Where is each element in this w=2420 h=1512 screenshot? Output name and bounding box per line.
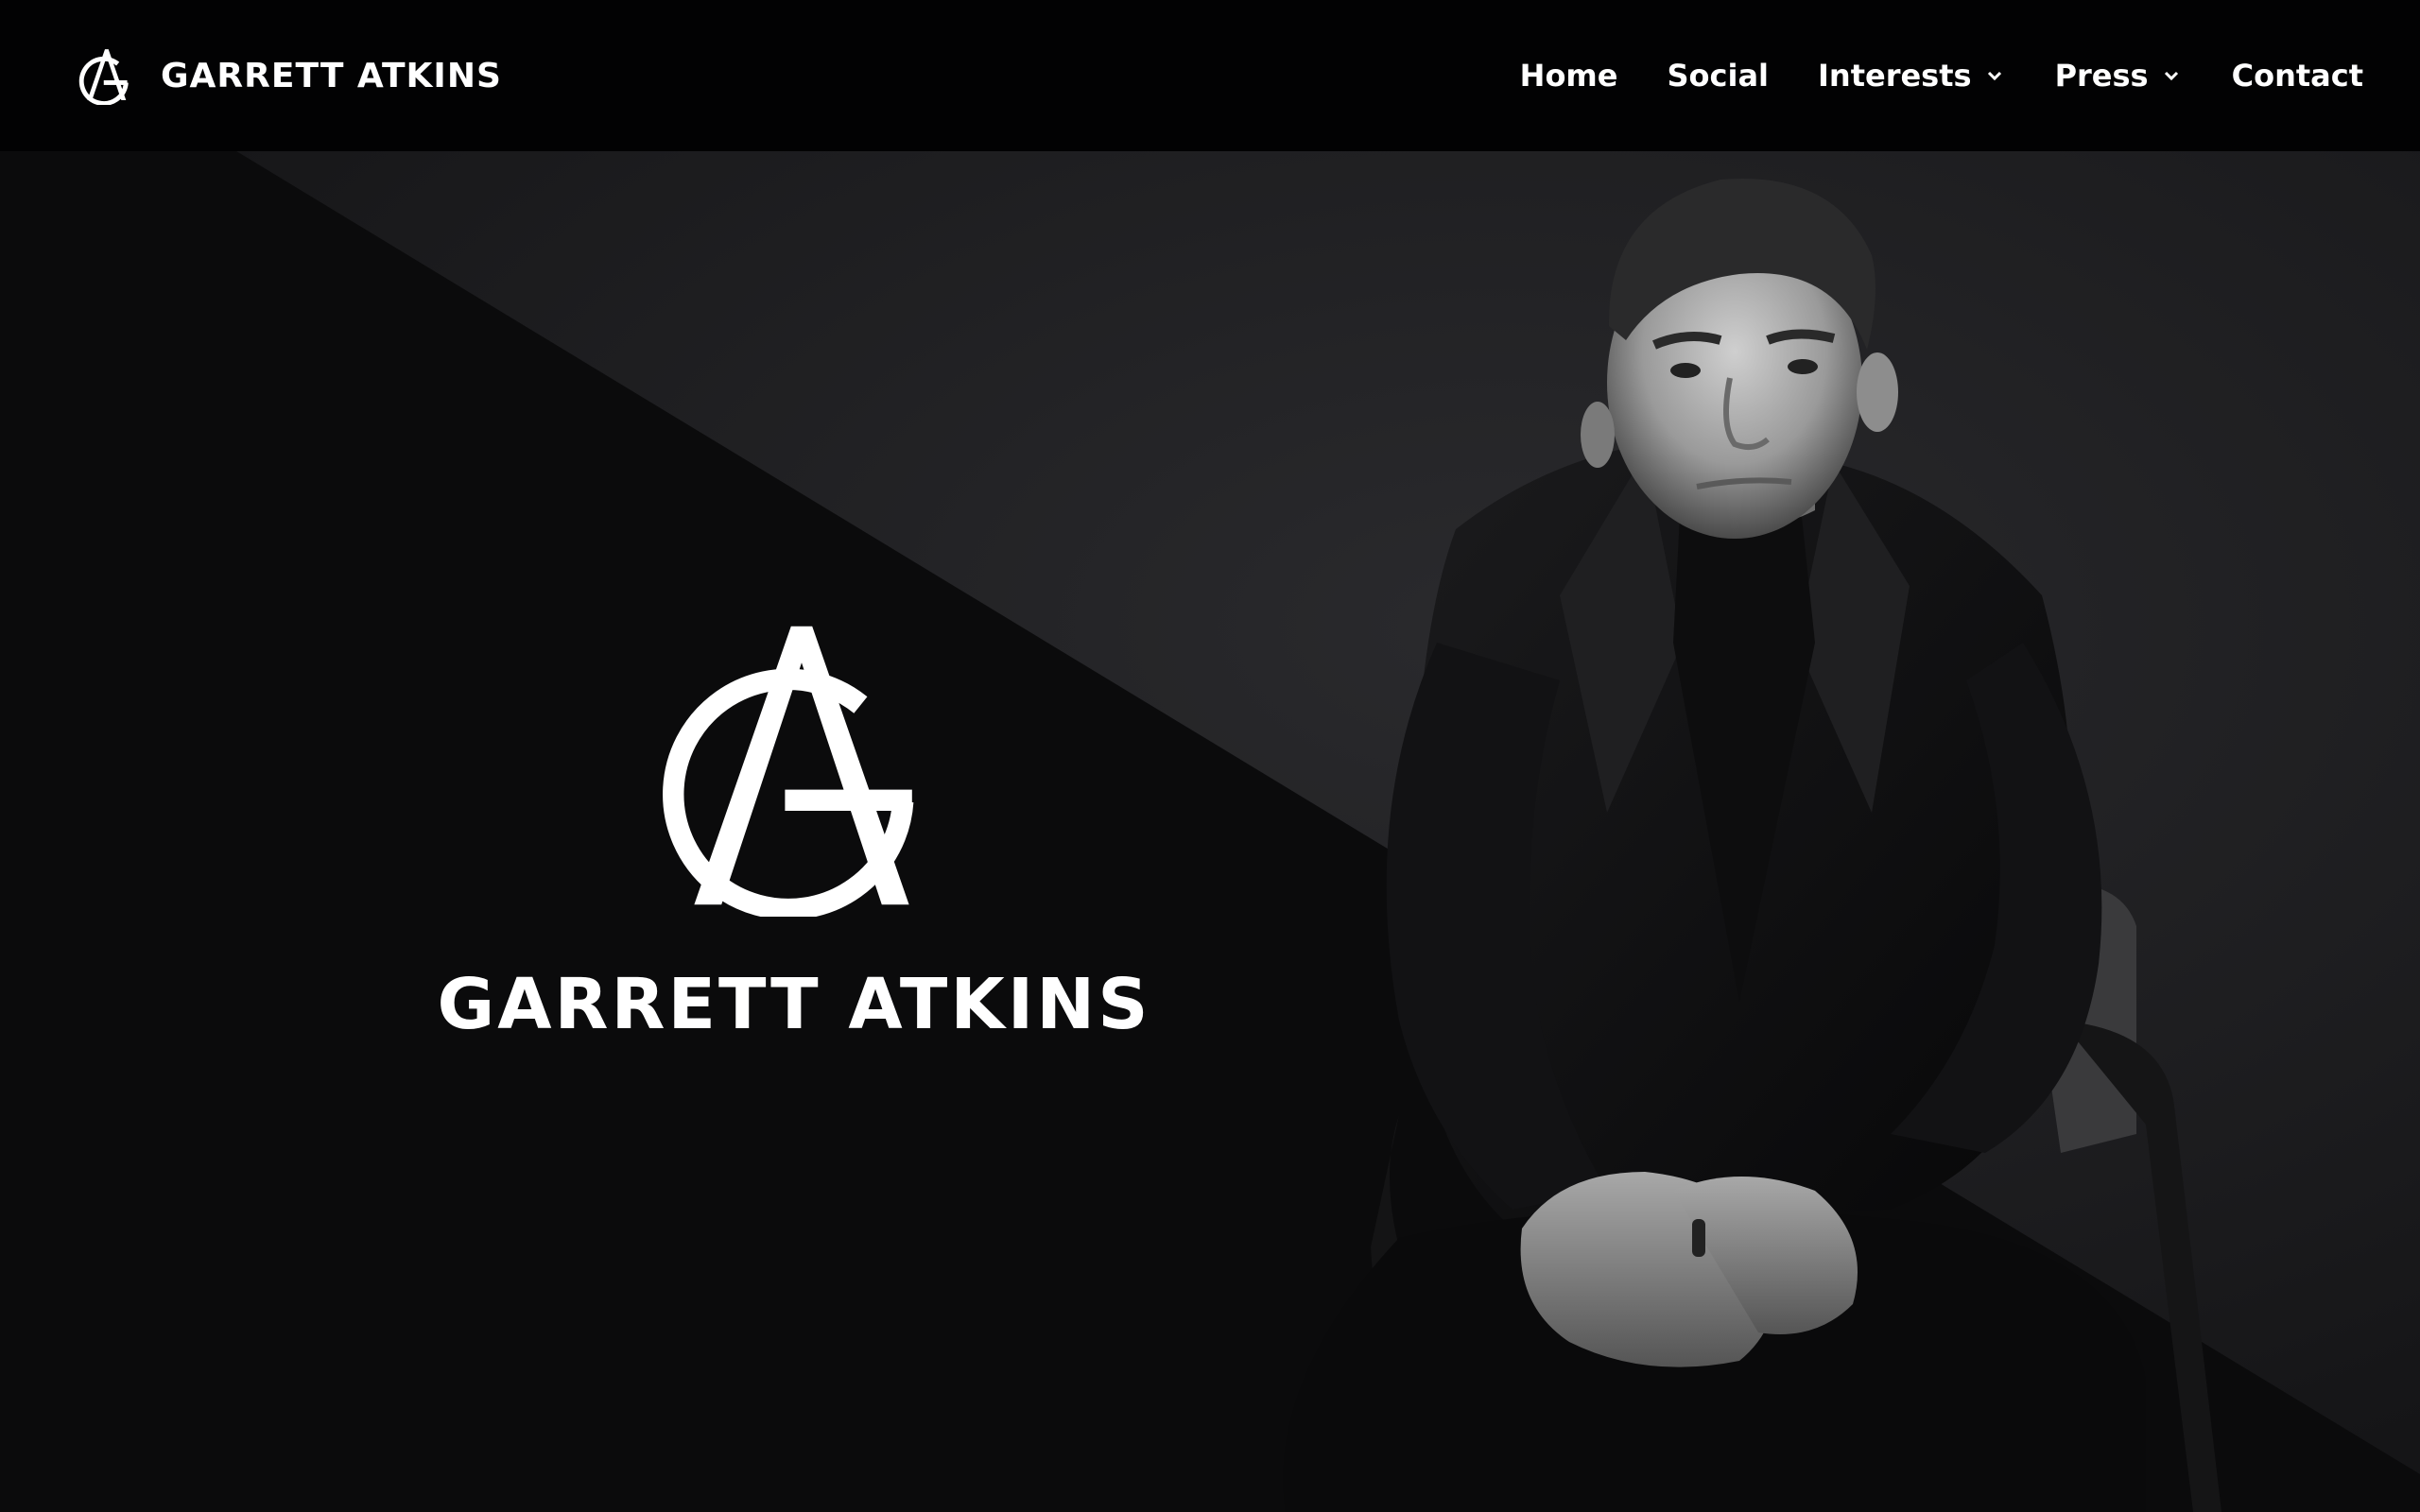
ag-monogram-icon bbox=[663, 626, 914, 917]
brand-name: GARRETT ATKINS bbox=[161, 56, 502, 95]
top-navigation-bar: GARRETT ATKINS Home Social Interests Pre… bbox=[0, 0, 2420, 151]
brand-home-link[interactable]: GARRETT ATKINS bbox=[76, 43, 502, 108]
portrait-photo bbox=[1283, 179, 2221, 1512]
hero-section: GARRETT ATKINS bbox=[0, 151, 2420, 1512]
nav-item-social[interactable]: Social bbox=[1667, 58, 1769, 94]
hero-title: GARRETT ATKINS bbox=[437, 964, 1151, 1045]
nav-item-label: Press bbox=[2054, 58, 2149, 94]
nav-item-contact[interactable]: Contact bbox=[2232, 58, 2363, 94]
main-menu: Home Social Interests Press Contact bbox=[1471, 0, 2363, 151]
nav-item-interests[interactable]: Interests bbox=[1818, 58, 2006, 94]
chevron-down-icon bbox=[1987, 71, 2001, 81]
nav-item-label: Home bbox=[1519, 58, 1618, 94]
nav-item-press[interactable]: Press bbox=[2055, 58, 2183, 94]
nav-item-label: Social bbox=[1667, 58, 1769, 94]
nav-item-home[interactable]: Home bbox=[1520, 58, 1618, 94]
chevron-down-icon bbox=[2164, 71, 2178, 81]
nav-item-label: Interests bbox=[1818, 58, 1972, 94]
ag-monogram-icon bbox=[78, 49, 129, 105]
nav-item-label: Contact bbox=[2231, 58, 2363, 94]
